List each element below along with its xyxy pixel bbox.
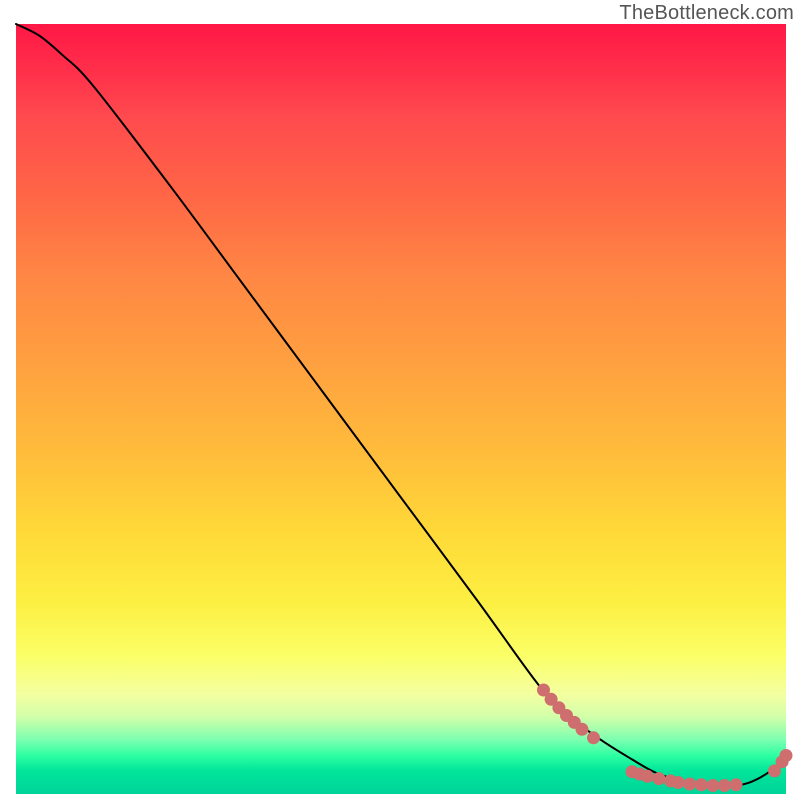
plot-area [15,23,787,795]
data-point [706,779,719,792]
data-point [695,778,708,791]
chart-stage: TheBottleneck.com [0,0,800,800]
data-point [672,776,685,789]
data-point [730,778,743,791]
data-point [587,731,600,744]
data-point [683,778,696,791]
watermark-text: TheBottleneck.com [619,2,794,25]
data-point [718,779,731,792]
data-point [780,749,793,762]
bottleneck-curve [16,24,786,786]
data-point [652,772,665,785]
data-point [641,770,654,783]
chart-overlay-svg [16,24,786,794]
data-point [576,723,589,736]
